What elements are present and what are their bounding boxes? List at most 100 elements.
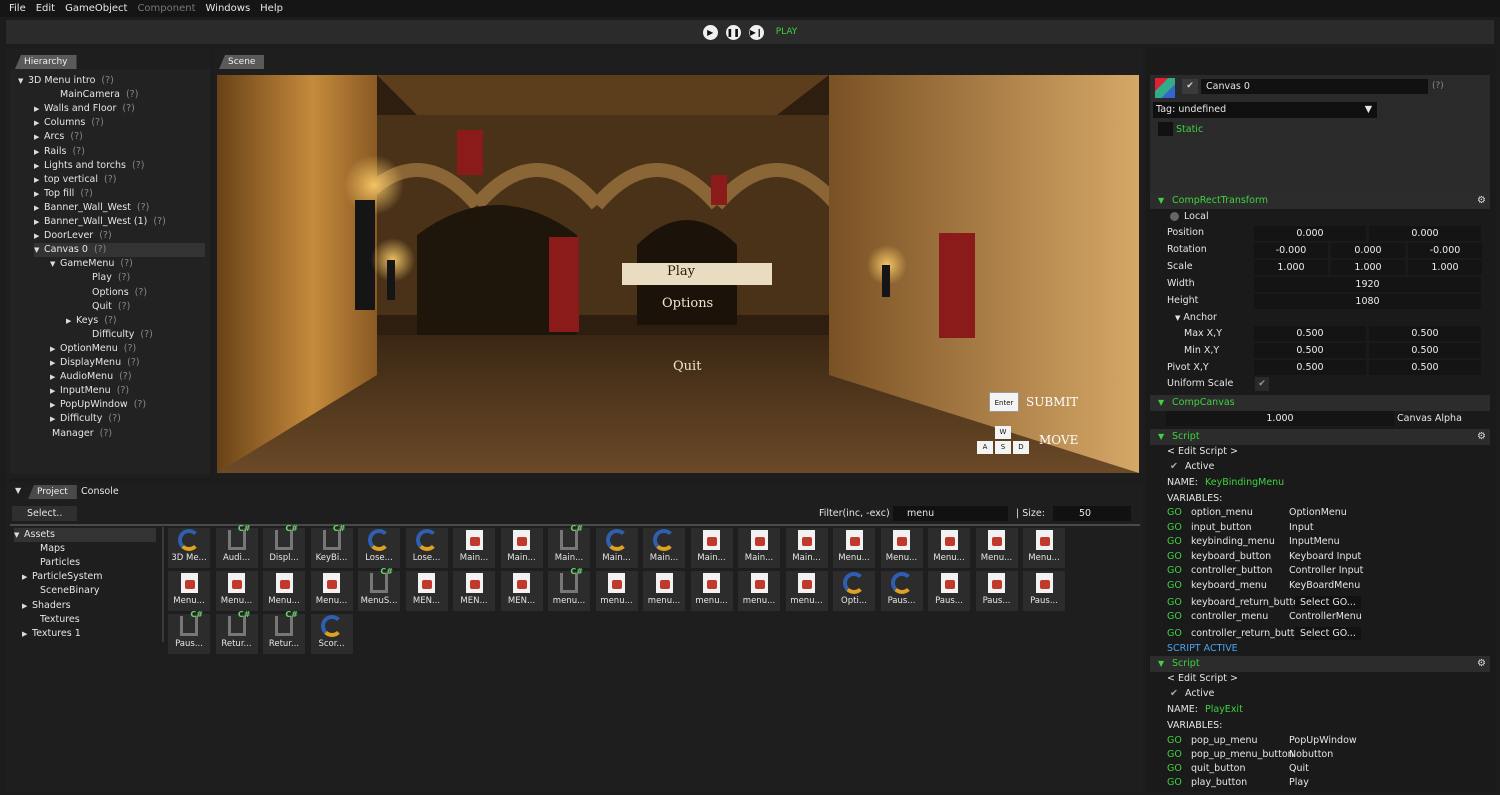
help-marker[interactable]: (?) (120, 258, 132, 269)
asset-tile[interactable]: Menu... (928, 528, 970, 568)
asset-tile[interactable]: MEN... (405, 571, 448, 611)
help-marker[interactable]: (?) (1432, 81, 1444, 91)
tag-dropdown[interactable]: Tag: undefined ▼ (1153, 102, 1377, 118)
scene-viewport[interactable]: Play Options Quit Enter SUBMIT W A S D M… (217, 75, 1139, 473)
help-marker[interactable]: (?) (99, 230, 111, 241)
collapse-icon[interactable]: ▼ (15, 486, 21, 495)
asset-tile[interactable]: Main... (453, 528, 495, 568)
gear-icon[interactable]: ⚙ (1477, 429, 1486, 445)
asset-tile[interactable]: Scor... (310, 614, 353, 654)
asset-tile[interactable]: C# Retur... (215, 610, 258, 654)
asset-tile[interactable]: Paus... (928, 571, 970, 611)
rect-transform-header[interactable]: ▼ CompRectTransform ⚙ (1150, 193, 1490, 209)
local-radio[interactable] (1170, 212, 1179, 221)
expand-arrow-icon[interactable]: ▶ (50, 398, 60, 412)
asset-tile[interactable]: MEN... (453, 571, 495, 611)
hierarchy-item[interactable]: Play (?) (82, 271, 205, 285)
max-y[interactable]: 0.500 (1369, 326, 1481, 341)
expand-arrow-icon[interactable]: ▶ (50, 384, 60, 398)
help-marker[interactable]: (?) (80, 188, 92, 199)
asset-tile[interactable]: Main... (738, 528, 780, 568)
step-button[interactable]: ▶❙ (748, 24, 764, 40)
menu-edit[interactable]: Edit (31, 3, 60, 14)
help-marker[interactable]: (?) (70, 131, 82, 142)
asset-tile[interactable]: Menu... (263, 571, 305, 611)
folder-item[interactable]: Maps (30, 542, 160, 556)
tab-project[interactable]: Project (28, 485, 77, 499)
asset-tile[interactable]: Lose... (405, 528, 448, 568)
hierarchy-item[interactable]: ▶ Banner_Wall_West (?) (34, 201, 205, 215)
asset-tile[interactable]: C# menu... (548, 567, 590, 611)
asset-tile[interactable]: Opti... (833, 571, 875, 611)
hierarchy-item[interactable]: ▼ GameMenu (?) (50, 257, 205, 271)
expand-arrow-icon[interactable]: ▶ (34, 215, 44, 229)
hierarchy-item[interactable]: Difficulty (?) (82, 328, 205, 342)
expand-arrow-icon[interactable]: ▼ (14, 528, 24, 542)
uniform-scale-checkbox[interactable]: ✔ (1255, 377, 1269, 391)
tab-scene[interactable]: Scene (219, 55, 265, 69)
asset-tile[interactable]: menu... (595, 571, 638, 611)
asset-tile[interactable]: menu... (785, 571, 828, 611)
asset-tile[interactable]: Paus... (880, 571, 923, 611)
help-marker[interactable]: (?) (124, 343, 136, 354)
min-x[interactable]: 0.500 (1254, 343, 1366, 358)
asset-tile[interactable]: Menu... (310, 571, 353, 611)
anchor-toggle[interactable]: ▼ Anchor (1175, 312, 1217, 323)
hierarchy-item[interactable]: Quit (?) (82, 300, 205, 314)
asset-tile[interactable]: Menu... (1023, 528, 1065, 568)
expand-arrow-icon[interactable]: ▼ (18, 74, 28, 88)
hierarchy-item[interactable]: ▼ Canvas 0 (?) (34, 243, 205, 258)
width-input[interactable]: 1920 (1254, 277, 1481, 292)
folder-item[interactable]: Textures (30, 613, 160, 627)
expand-arrow-icon[interactable]: ▶ (50, 356, 60, 370)
hierarchy-item[interactable]: ▶ DisplayMenu (?) (50, 356, 205, 370)
expand-arrow-icon[interactable]: ▼ (50, 257, 60, 271)
hierarchy-item[interactable]: ▶ Columns (?) (34, 116, 205, 130)
asset-tile[interactable]: Main... (690, 528, 733, 568)
hierarchy-item[interactable]: ▼ 3D Menu intro (?) (18, 74, 205, 88)
hierarchy-item[interactable]: ▶ Banner_Wall_West (1) (?) (34, 215, 205, 229)
folder-item[interactable]: Particles (30, 556, 160, 570)
asset-tile[interactable]: menu... (690, 571, 733, 611)
min-y[interactable]: 0.500 (1369, 343, 1481, 358)
expand-arrow-icon[interactable]: ▶ (34, 159, 44, 173)
hierarchy-item[interactable]: ▶ Top fill (?) (34, 187, 205, 201)
pivot-x[interactable]: 0.500 (1254, 360, 1366, 375)
hierarchy-item[interactable]: ▶ DoorLever (?) (34, 229, 205, 243)
hierarchy-item[interactable]: ▶ top vertical (?) (34, 173, 205, 187)
hierarchy-item[interactable]: ▶ AudioMenu (?) (50, 370, 205, 384)
gear-icon[interactable]: ⚙ (1477, 193, 1486, 209)
expand-arrow-icon[interactable]: ▶ (22, 599, 32, 613)
expand-arrow-icon[interactable]: ▶ (34, 145, 44, 159)
help-marker[interactable]: (?) (101, 75, 113, 86)
help-marker[interactable]: (?) (132, 160, 144, 171)
hierarchy-item[interactable]: ▶ Difficulty (?) (50, 412, 205, 426)
asset-tile[interactable]: Lose... (358, 528, 400, 568)
help-marker[interactable]: (?) (134, 399, 146, 410)
help-marker[interactable]: (?) (122, 103, 134, 114)
folder-item[interactable]: ▼ Assets (14, 528, 156, 542)
expand-arrow-icon[interactable]: ▶ (34, 201, 44, 215)
hierarchy-item[interactable]: Options (?) (82, 286, 205, 300)
menu-play-label[interactable]: Play (667, 264, 695, 279)
expand-arrow-icon[interactable]: ▶ (34, 130, 44, 144)
gear-icon[interactable]: ⚙ (1477, 656, 1486, 672)
folder-item[interactable]: ▶ ParticleSystem (22, 570, 152, 584)
hierarchy-item[interactable]: MainCamera (?) (50, 88, 205, 102)
active-check-icon[interactable]: ✔ (1170, 688, 1178, 699)
asset-tile[interactable]: Menu... (880, 528, 923, 568)
expand-arrow-icon[interactable]: ▶ (50, 342, 60, 356)
pivot-y[interactable]: 0.500 (1369, 360, 1481, 375)
expand-arrow-icon[interactable]: ▶ (34, 116, 44, 130)
help-marker[interactable]: (?) (72, 146, 84, 157)
asset-tile[interactable]: C# Audi... (215, 524, 258, 568)
asset-tile[interactable]: C# Paus... (168, 610, 210, 654)
help-marker[interactable]: (?) (118, 272, 130, 283)
asset-tile[interactable]: Main... (500, 528, 543, 568)
expand-arrow-icon[interactable]: ▶ (34, 173, 44, 187)
help-marker[interactable]: (?) (100, 428, 112, 439)
rotation-z[interactable]: -0.000 (1408, 243, 1482, 258)
tab-console[interactable]: Console (81, 486, 119, 497)
hierarchy-item[interactable]: Manager (?) (42, 427, 205, 441)
expand-arrow-icon[interactable]: ▶ (22, 570, 32, 584)
